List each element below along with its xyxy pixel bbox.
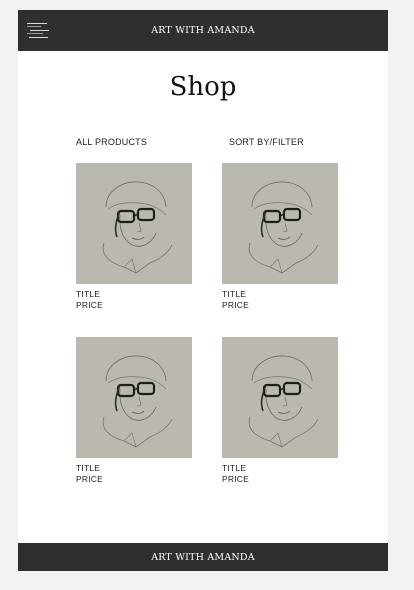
footer-brand-name[interactable]: ART WITH AMANDA	[151, 552, 255, 563]
product-price: PRICE	[76, 299, 103, 310]
page-container: ART WITH AMANDA Shop ALL PRODUCTS SORT B…	[18, 10, 388, 571]
hamburger-menu-icon[interactable]	[27, 20, 49, 40]
page-title: Shop	[169, 72, 237, 102]
product-image[interactable]	[76, 337, 192, 458]
product-title[interactable]: TITLE	[222, 463, 338, 474]
product-title[interactable]: TITLE	[76, 289, 192, 300]
product-image[interactable]	[222, 163, 338, 284]
product-price: PRICE	[76, 473, 103, 484]
product-price: PRICE	[222, 299, 249, 310]
product-card[interactable]: TITLE PRICE	[222, 163, 338, 310]
top-navigation-bar: ART WITH AMANDA	[18, 10, 388, 51]
brand-name[interactable]: ART WITH AMANDA	[151, 25, 255, 36]
product-card[interactable]: TITLE PRICE	[222, 337, 338, 484]
product-card[interactable]: TITLE PRICE	[76, 337, 192, 484]
product-title[interactable]: TITLE	[76, 463, 192, 474]
product-image[interactable]	[76, 163, 192, 284]
all-products-link[interactable]: ALL PRODUCTS	[76, 137, 147, 147]
product-image[interactable]	[222, 337, 338, 458]
product-price: PRICE	[222, 473, 249, 484]
product-card[interactable]: TITLE PRICE	[76, 163, 192, 310]
product-title[interactable]: TITLE	[222, 289, 338, 300]
sort-filter-link[interactable]: SORT BY/FILTER	[229, 137, 304, 147]
footer-bar: ART WITH AMANDA	[18, 543, 388, 571]
